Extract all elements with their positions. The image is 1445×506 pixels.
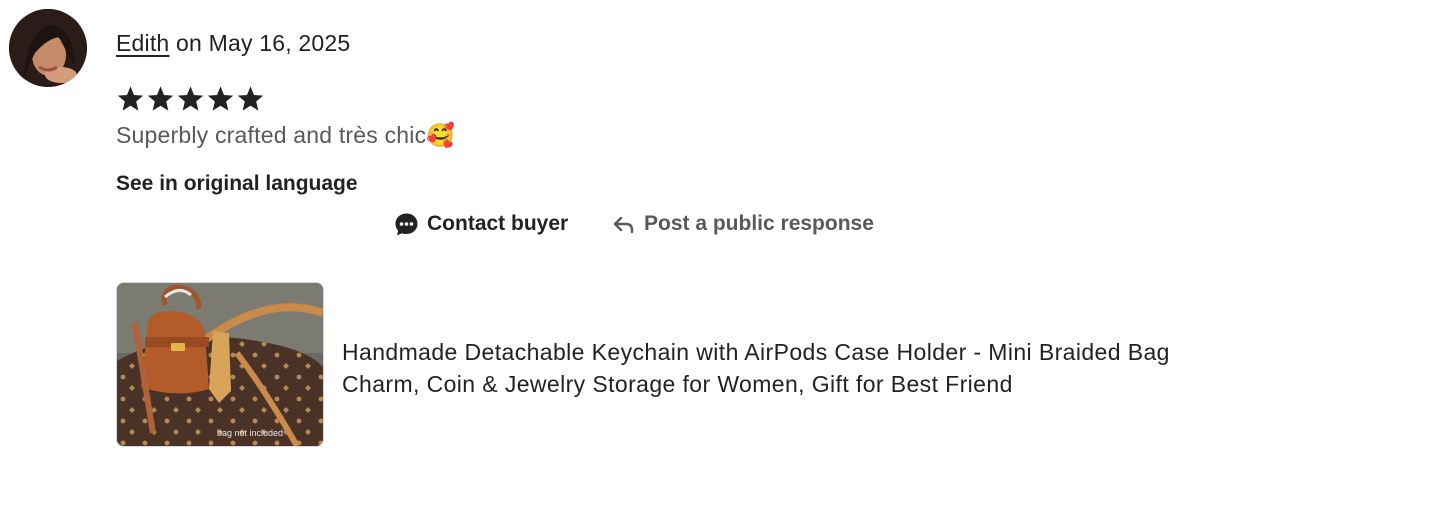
star-icon xyxy=(237,86,264,111)
contact-buyer-label: Contact buyer xyxy=(427,212,569,235)
star-icon xyxy=(117,86,144,111)
listing-title-link[interactable]: Handmade Detachable Keychain with AirPod… xyxy=(342,336,1222,400)
reviewer-name-link[interactable]: Edith xyxy=(116,30,169,56)
post-public-response-button[interactable]: Post a public response xyxy=(612,208,874,240)
star-icon xyxy=(147,86,174,111)
listing-thumbnail[interactable]: bag not included xyxy=(116,282,324,447)
review-date: on May 16, 2025 xyxy=(176,30,351,56)
chat-bubble-icon xyxy=(394,212,419,237)
see-original-language-link[interactable]: See in original language xyxy=(116,172,358,196)
review-byline: Edith on May 16, 2025 xyxy=(116,30,350,57)
listing-product-image xyxy=(117,283,323,446)
reply-arrow-icon xyxy=(612,212,636,236)
reviewer-avatar[interactable] xyxy=(9,9,87,87)
post-public-response-label: Post a public response xyxy=(644,212,874,235)
listing-image-caption: bag not included xyxy=(216,428,283,438)
contact-buyer-button[interactable]: Contact buyer xyxy=(394,208,568,240)
star-rating xyxy=(116,84,265,114)
star-icon xyxy=(207,86,234,111)
star-icon xyxy=(177,86,204,111)
review-text: Superbly crafted and très chic🥰 xyxy=(116,122,456,148)
avatar-image xyxy=(9,9,87,87)
